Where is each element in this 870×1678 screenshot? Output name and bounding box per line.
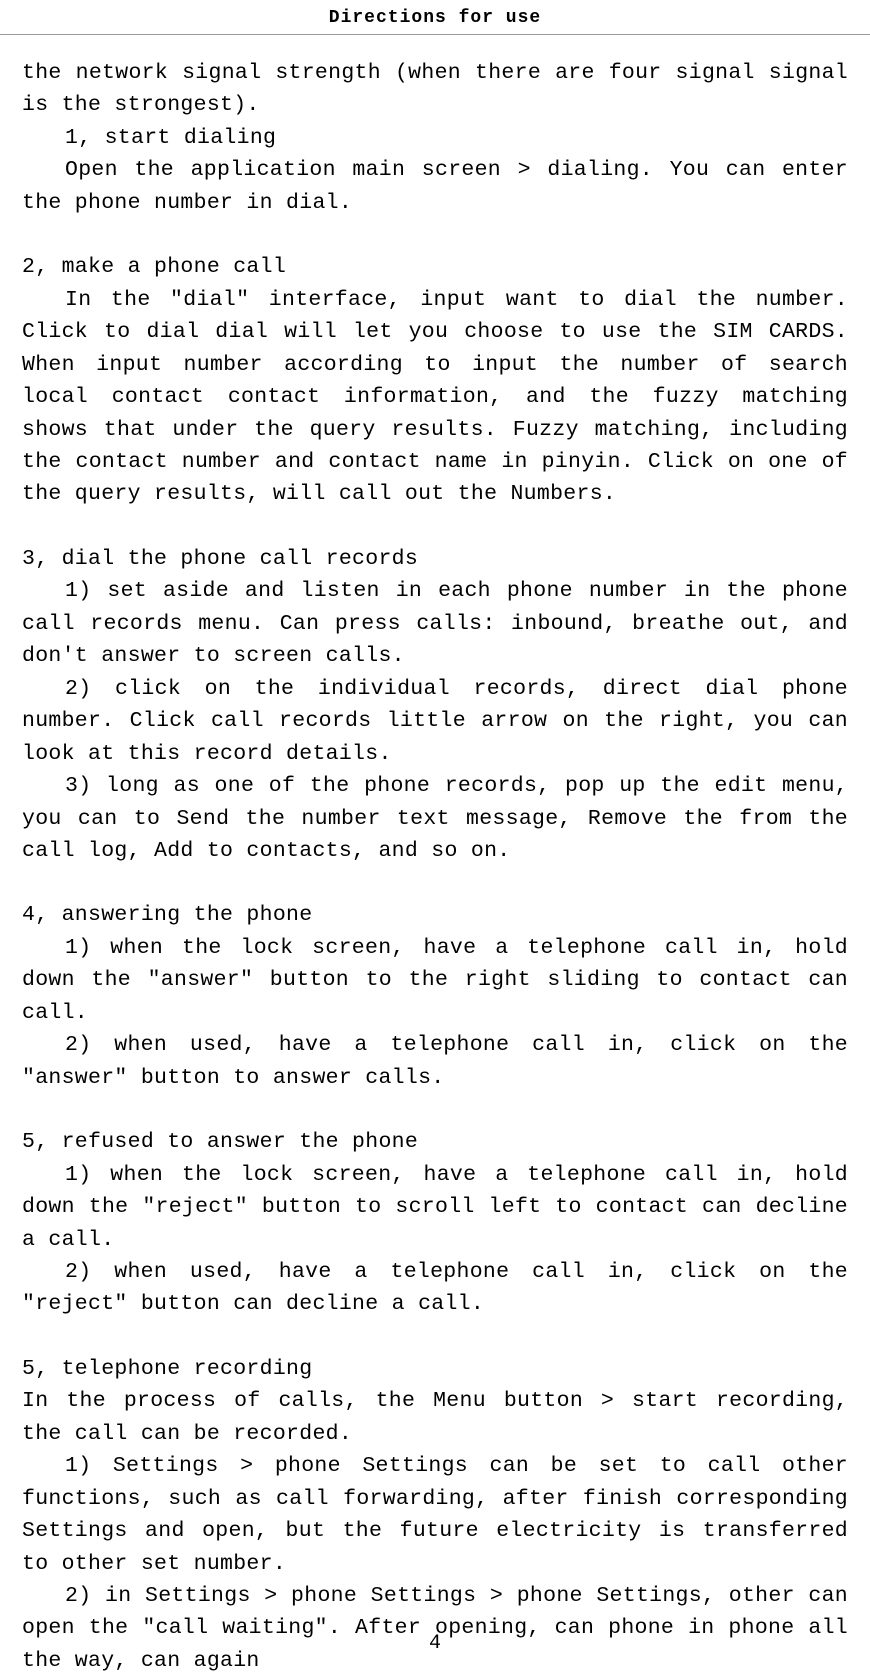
section-heading: 2, make a phone call bbox=[22, 251, 848, 283]
paragraph: In the process of calls, the Menu button… bbox=[22, 1385, 848, 1450]
section-heading: 5, telephone recording bbox=[22, 1353, 848, 1385]
page-number: 4 bbox=[429, 1632, 441, 1655]
paragraph: 2) when used, have a telephone call in, … bbox=[22, 1256, 848, 1321]
page-header: Directions for use bbox=[0, 0, 870, 35]
paragraph: 1) when the lock screen, have a telephon… bbox=[22, 1159, 848, 1256]
blank-line bbox=[22, 511, 848, 543]
paragraph: 1) set aside and listen in each phone nu… bbox=[22, 575, 848, 672]
paragraph: 3) long as one of the phone records, pop… bbox=[22, 770, 848, 867]
blank-line bbox=[22, 219, 848, 251]
header-title: Directions for use bbox=[329, 8, 541, 28]
blank-line bbox=[22, 867, 848, 899]
paragraph: 2) when used, have a telephone call in, … bbox=[22, 1029, 848, 1094]
document-body: the network signal strength (when there … bbox=[0, 35, 870, 1677]
paragraph: 2) click on the individual records, dire… bbox=[22, 673, 848, 770]
section-heading: 4, answering the phone bbox=[22, 899, 848, 931]
section-heading: 1, start dialing bbox=[22, 122, 848, 154]
section-heading: 5, refused to answer the phone bbox=[22, 1126, 848, 1158]
page-footer: 4 bbox=[0, 1632, 870, 1655]
section-heading: 3, dial the phone call records bbox=[22, 543, 848, 575]
paragraph: 1) when the lock screen, have a telephon… bbox=[22, 932, 848, 1029]
paragraph: In the "dial" interface, input want to d… bbox=[22, 284, 848, 511]
paragraph: Open the application main screen > diali… bbox=[22, 154, 848, 219]
blank-line bbox=[22, 1094, 848, 1126]
paragraph: the network signal strength (when there … bbox=[22, 57, 848, 122]
blank-line bbox=[22, 1321, 848, 1353]
paragraph: 1) Settings > phone Settings can be set … bbox=[22, 1450, 848, 1580]
paragraph: 2) in Settings > phone Settings > phone … bbox=[22, 1580, 848, 1677]
